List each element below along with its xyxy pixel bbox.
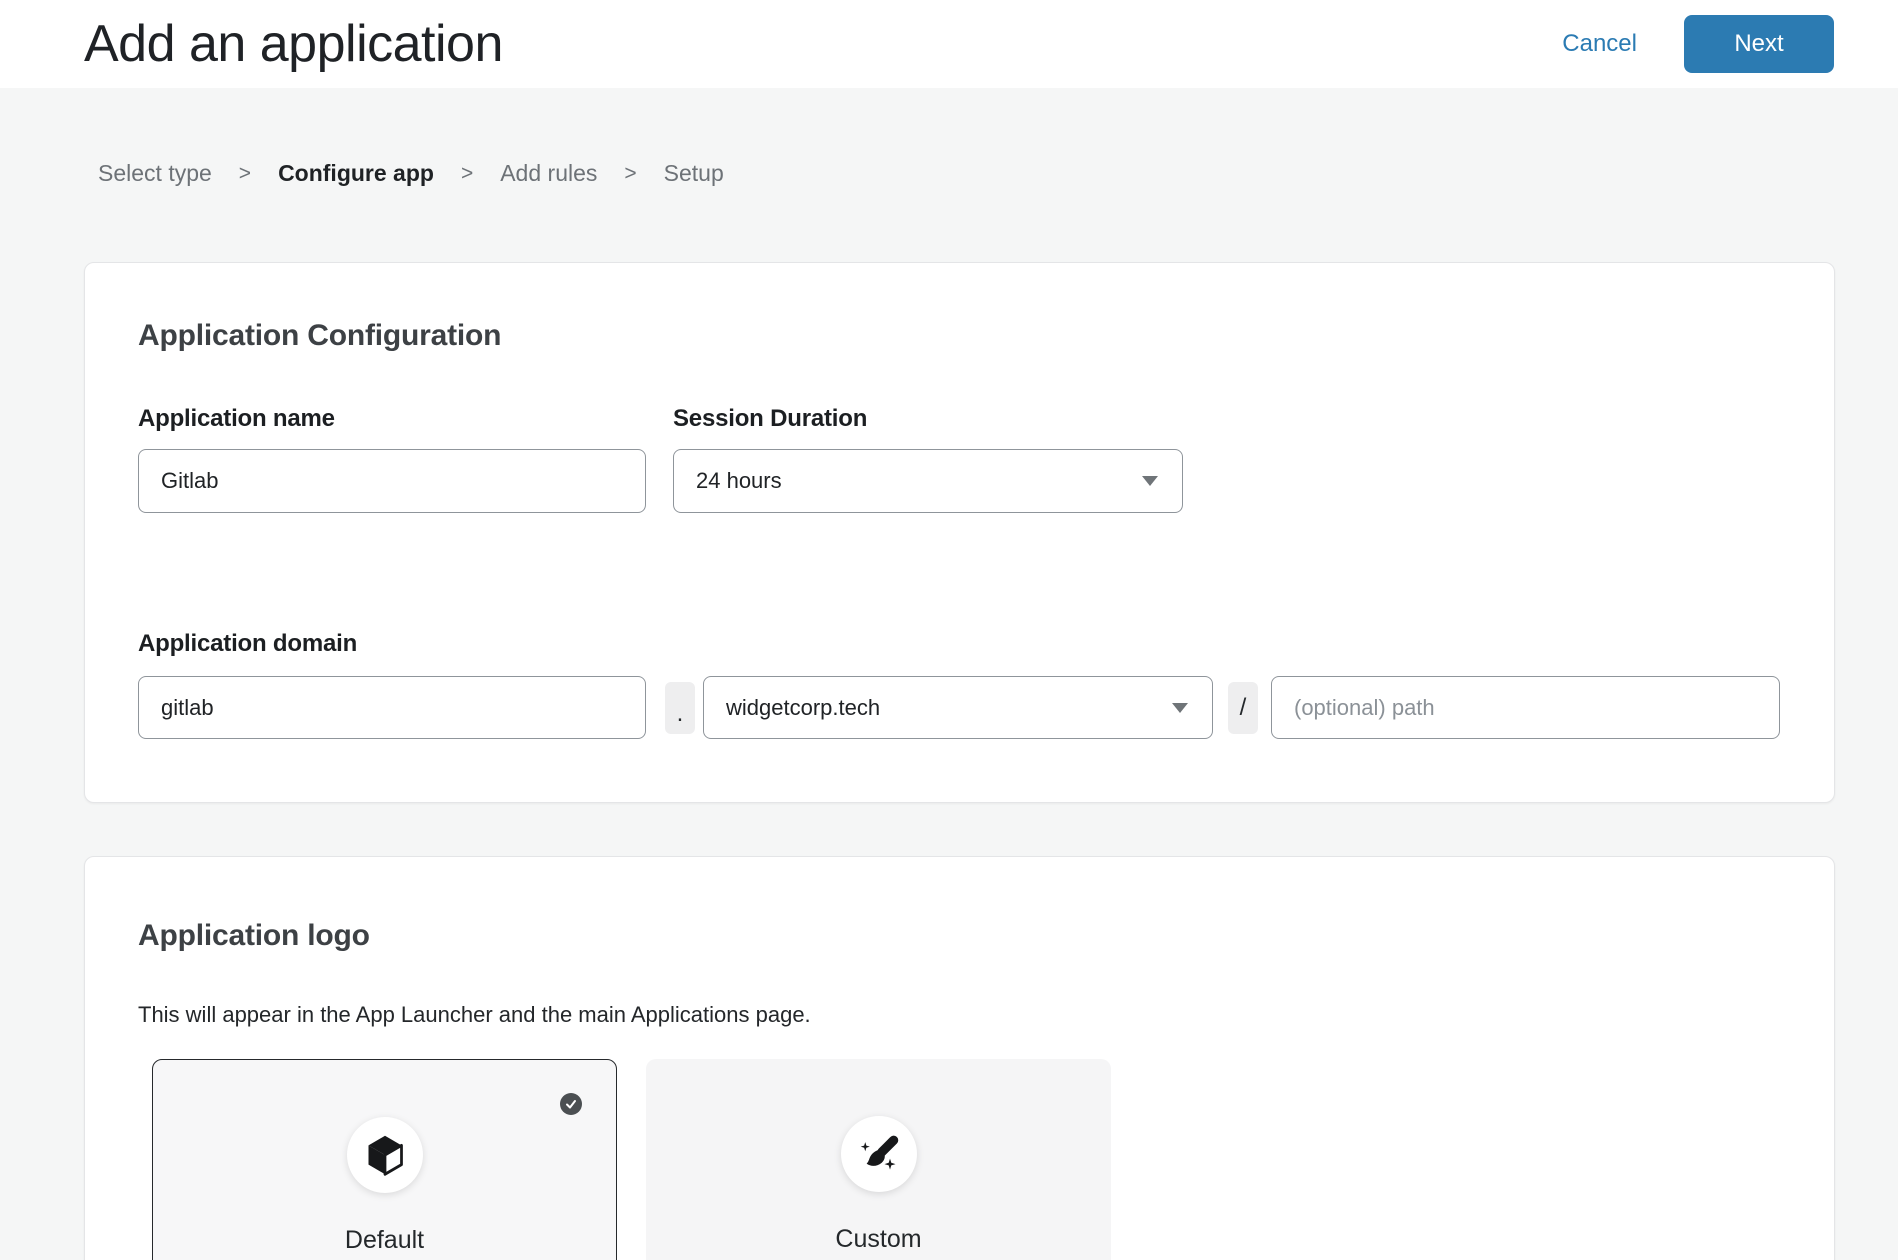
session-duration-label: Session Duration xyxy=(673,405,867,433)
logo-option-label: Default xyxy=(345,1226,424,1255)
application-domain-label: Application domain xyxy=(138,630,357,658)
logo-option-default[interactable]: Default xyxy=(152,1059,617,1260)
next-button[interactable]: Next xyxy=(1684,15,1834,73)
configuration-card-title: Application Configuration xyxy=(138,319,501,353)
selected-check-icon xyxy=(560,1093,582,1115)
subdomain-input[interactable] xyxy=(138,676,646,739)
breadcrumb-separator: > xyxy=(239,162,251,186)
chevron-down-icon xyxy=(1142,476,1158,486)
path-input[interactable] xyxy=(1271,676,1780,739)
logo-option-label: Custom xyxy=(835,1225,921,1254)
paintbrush-icon xyxy=(857,1132,901,1176)
breadcrumb: Select type > Configure app > Add rules … xyxy=(98,160,724,187)
breadcrumb-step-setup[interactable]: Setup xyxy=(664,160,724,187)
chevron-down-icon xyxy=(1172,703,1188,713)
header-actions: Cancel Next xyxy=(1562,0,1834,88)
page-title: Add an application xyxy=(84,18,503,70)
cancel-button[interactable]: Cancel xyxy=(1562,30,1637,58)
logo-card-description: This will appear in the App Launcher and… xyxy=(138,1002,811,1028)
breadcrumb-separator: > xyxy=(461,162,473,186)
logo-option-custom[interactable]: Custom xyxy=(646,1059,1111,1260)
domain-select[interactable]: widgetcorp.tech xyxy=(703,676,1213,739)
logo-card-title: Application logo xyxy=(138,919,370,953)
application-configuration-card: Application Configuration Application na… xyxy=(84,262,1835,803)
breadcrumb-step-select-type[interactable]: Select type xyxy=(98,160,212,187)
session-duration-select[interactable]: 24 hours xyxy=(673,449,1183,513)
slash-separator: / xyxy=(1228,682,1258,734)
default-logo-circle xyxy=(347,1117,423,1193)
header: Add an application Cancel Next xyxy=(0,0,1898,88)
application-logo-card: Application logo This will appear in the… xyxy=(84,856,1835,1260)
dot-separator: . xyxy=(665,682,695,734)
page: Add an application Cancel Next Select ty… xyxy=(0,0,1898,1260)
cube-icon xyxy=(363,1133,407,1177)
application-name-label: Application name xyxy=(138,405,335,433)
logo-options: Default Custom xyxy=(152,1059,1111,1260)
domain-select-value: widgetcorp.tech xyxy=(726,695,880,721)
application-name-input[interactable] xyxy=(138,449,646,513)
breadcrumb-step-add-rules[interactable]: Add rules xyxy=(500,160,597,187)
custom-logo-circle xyxy=(841,1116,917,1192)
session-duration-value: 24 hours xyxy=(696,468,782,494)
breadcrumb-step-configure-app[interactable]: Configure app xyxy=(278,160,434,187)
breadcrumb-separator: > xyxy=(624,162,636,186)
